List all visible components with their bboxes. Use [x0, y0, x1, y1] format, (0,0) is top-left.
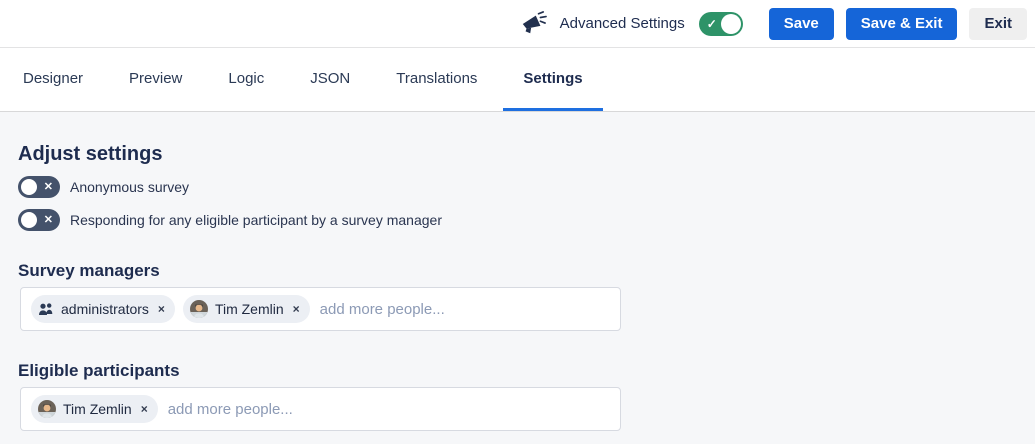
toggle-knob — [21, 212, 37, 228]
tag-tim-zemlin: Tim Zemlin × — [183, 295, 310, 323]
tag-administrators: administrators × — [31, 295, 175, 323]
eligible-participants-heading: Eligible participants — [18, 361, 1017, 381]
tab-designer[interactable]: Designer — [3, 48, 103, 111]
exit-button[interactable]: Exit — [969, 8, 1027, 40]
group-icon — [38, 302, 54, 316]
x-icon: ✕ — [44, 215, 53, 226]
anonymous-survey-toggle[interactable]: ✕ — [18, 176, 60, 198]
tag-label: Tim Zemlin — [63, 401, 132, 417]
advanced-settings-label: Advanced Settings — [560, 15, 685, 32]
advanced-settings-toggle[interactable]: ✓ — [699, 12, 743, 36]
save-button[interactable]: Save — [769, 8, 834, 40]
avatar — [190, 300, 208, 318]
remove-tag-icon[interactable]: × — [141, 402, 148, 416]
megaphone-icon — [518, 11, 548, 37]
toggle-row-anonymous: ✕ Anonymous survey — [18, 176, 1017, 198]
tab-translations[interactable]: Translations — [376, 48, 497, 111]
tag-tim-zemlin: Tim Zemlin × — [31, 395, 158, 423]
page-title: Adjust settings — [18, 143, 1017, 166]
avatar — [38, 400, 56, 418]
responding-label: Responding for any eligible participant … — [70, 212, 442, 228]
tab-logic[interactable]: Logic — [208, 48, 284, 111]
toggle-knob — [21, 179, 37, 195]
add-people-input[interactable] — [318, 300, 610, 319]
check-icon: ✓ — [707, 18, 717, 30]
tab-bar: Designer Preview Logic JSON Translations… — [0, 48, 1035, 112]
survey-managers-input[interactable]: administrators × Tim Zemlin × — [20, 287, 621, 331]
tag-label: administrators — [61, 301, 149, 317]
save-exit-button[interactable]: Save & Exit — [846, 8, 958, 40]
eligible-participants-input[interactable]: Tim Zemlin × — [20, 387, 621, 431]
anonymous-survey-label: Anonymous survey — [70, 179, 189, 195]
tab-settings[interactable]: Settings — [503, 48, 602, 111]
top-toolbar: Advanced Settings ✓ Save Save & Exit Exi… — [0, 0, 1035, 48]
survey-managers-heading: Survey managers — [18, 261, 1017, 281]
add-people-input[interactable] — [166, 400, 610, 419]
toggle-knob — [721, 14, 741, 34]
x-icon: ✕ — [44, 182, 53, 193]
remove-tag-icon[interactable]: × — [158, 302, 165, 316]
remove-tag-icon[interactable]: × — [293, 302, 300, 316]
tab-preview[interactable]: Preview — [109, 48, 202, 111]
settings-panel: Adjust settings ✕ Anonymous survey ✕ Res… — [0, 112, 1035, 431]
tag-label: Tim Zemlin — [215, 301, 284, 317]
responding-toggle[interactable]: ✕ — [18, 209, 60, 231]
toggle-row-responding: ✕ Responding for any eligible participan… — [18, 209, 1017, 231]
tab-json[interactable]: JSON — [290, 48, 370, 111]
